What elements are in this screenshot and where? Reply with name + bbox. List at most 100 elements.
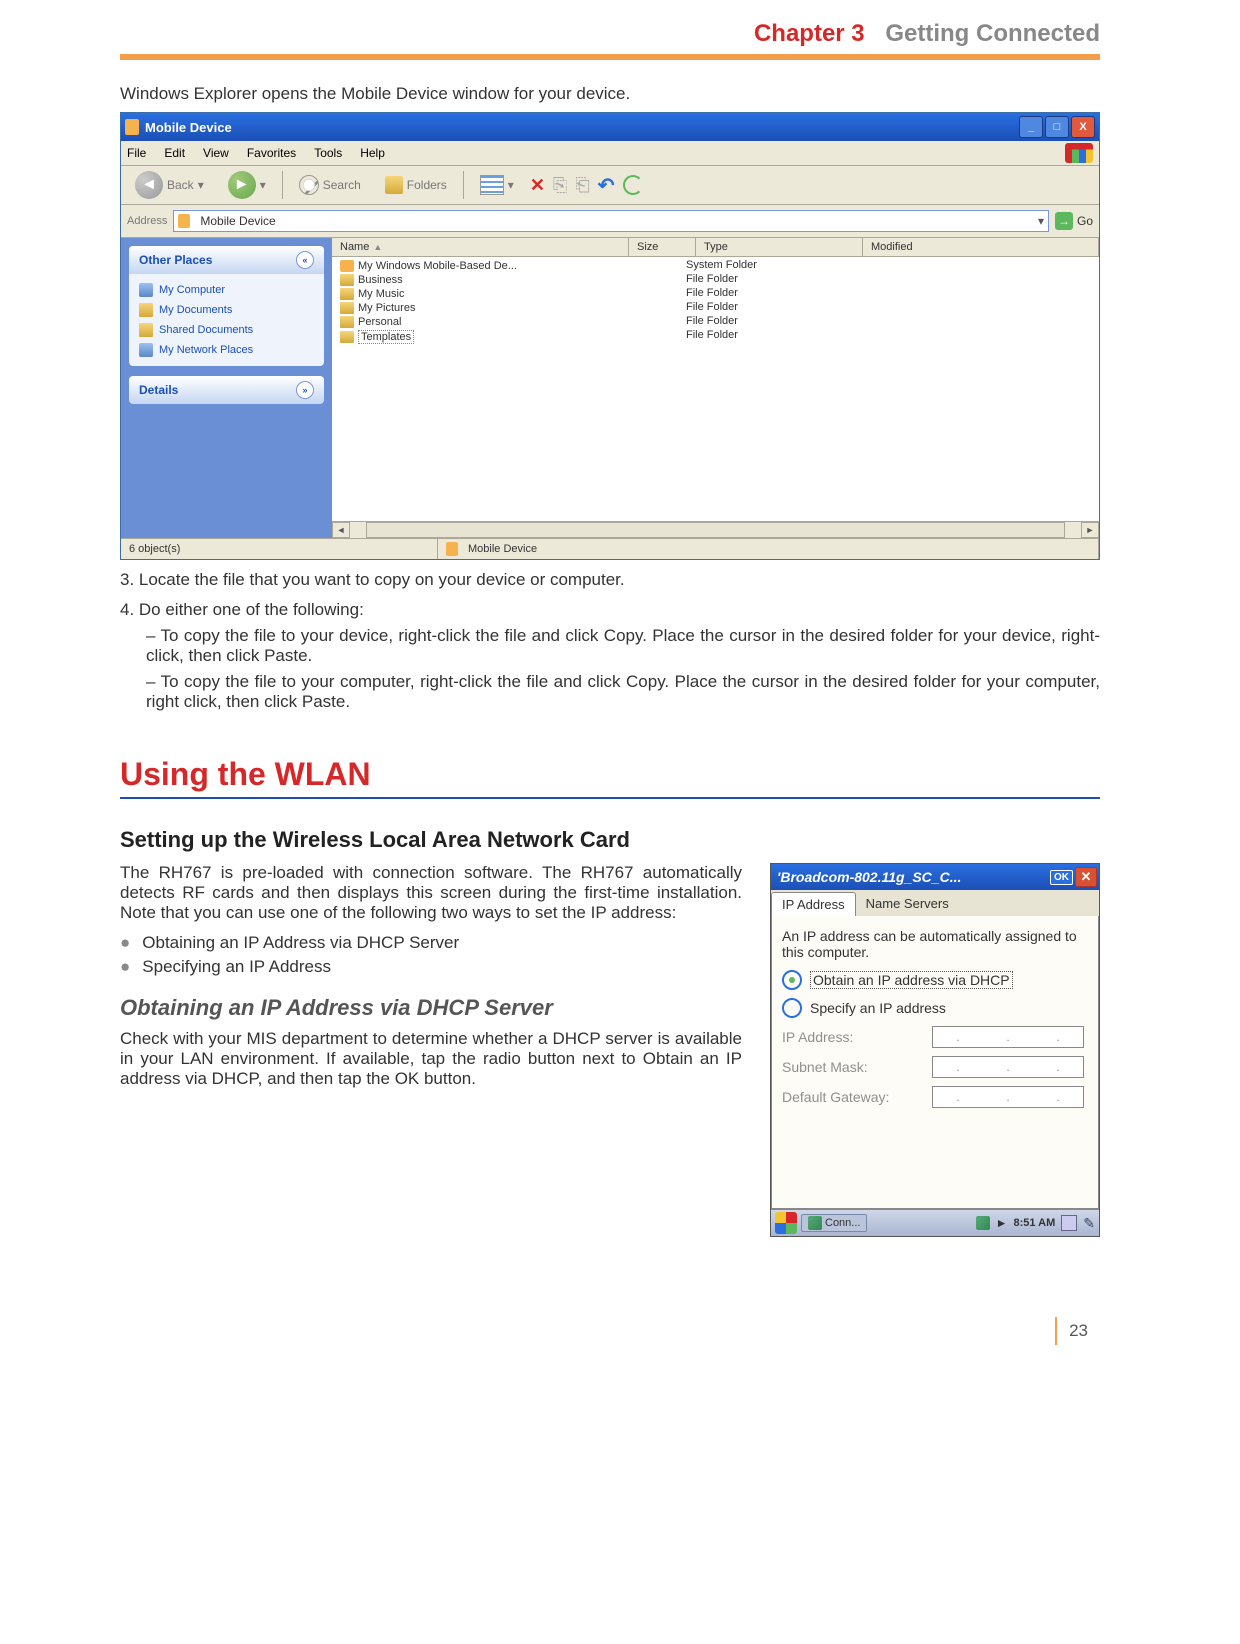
status-text: Mobile Device bbox=[468, 543, 537, 555]
file-type: System Folder bbox=[678, 259, 836, 273]
maximize-button[interactable]: □ bbox=[1045, 116, 1069, 138]
radio-specify[interactable]: Specify an IP address bbox=[782, 998, 1088, 1018]
menu-help[interactable]: Help bbox=[360, 146, 385, 160]
scroll-right-icon[interactable]: ► bbox=[1081, 522, 1099, 538]
close-button[interactable]: X bbox=[1071, 116, 1095, 138]
col-label: Name bbox=[340, 241, 369, 253]
file-type: File Folder bbox=[678, 287, 836, 301]
item-label: Shared Documents bbox=[159, 324, 253, 336]
field-label: Default Gateway: bbox=[782, 1089, 932, 1105]
subsection-heading: Setting up the Wireless Local Area Netwo… bbox=[120, 827, 1100, 853]
step-3: 3. Locate the file that you want to copy… bbox=[120, 570, 1100, 590]
refresh-button[interactable] bbox=[623, 175, 643, 195]
section-rule bbox=[120, 797, 1100, 799]
back-button[interactable]: ◄ Back ▾ bbox=[127, 168, 212, 202]
radio-dhcp[interactable]: Obtain an IP address via DHCP bbox=[782, 970, 1088, 990]
file-row[interactable]: My Pictures File Folder bbox=[332, 301, 1099, 315]
bullet-text: Obtaining an IP Address via DHCP Server bbox=[142, 933, 459, 953]
panel-title: Other Places bbox=[139, 253, 212, 267]
folders-button[interactable]: Folders bbox=[377, 173, 455, 197]
address-field[interactable]: Mobile Device ▾ bbox=[173, 210, 1049, 232]
mask-input[interactable]: ... bbox=[932, 1056, 1084, 1078]
back-label: Back bbox=[167, 178, 194, 192]
menu-tools[interactable]: Tools bbox=[314, 146, 342, 160]
sidebar-item-my-documents[interactable]: My Documents bbox=[139, 300, 314, 320]
tab-name-servers[interactable]: Name Servers bbox=[856, 892, 959, 916]
folder-icon bbox=[340, 288, 354, 300]
move-to-button[interactable]: ⎗ bbox=[575, 175, 589, 196]
close-button[interactable]: ✕ bbox=[1075, 867, 1097, 887]
horizontal-scrollbar[interactable]: ◄ ► bbox=[332, 521, 1099, 538]
windows-flag-icon bbox=[1065, 143, 1093, 163]
sidebar-item-my-computer[interactable]: My Computer bbox=[139, 280, 314, 300]
bullet-item: ● Specifying an IP Address bbox=[120, 957, 742, 977]
col-size[interactable]: Size bbox=[629, 238, 696, 256]
file-type: File Folder bbox=[678, 301, 836, 315]
go-button[interactable]: → Go bbox=[1055, 212, 1093, 230]
bullet-icon: ● bbox=[120, 957, 130, 977]
item-label: My Network Places bbox=[159, 344, 253, 356]
ip-input[interactable]: ... bbox=[932, 1026, 1084, 1048]
radio-label: Specify an IP address bbox=[810, 1000, 946, 1016]
file-row[interactable]: My MusicFile Folder bbox=[332, 287, 1099, 301]
copy-to-button[interactable]: ⎘ bbox=[553, 175, 567, 196]
delete-button[interactable]: ✕ bbox=[530, 175, 545, 196]
col-modified[interactable]: Modified bbox=[863, 238, 1099, 256]
file-row[interactable]: My Windows Mobile-Based De... System Fold… bbox=[332, 259, 1099, 273]
scroll-track[interactable] bbox=[366, 522, 1065, 538]
views-button[interactable]: ▾ bbox=[472, 172, 522, 198]
expand-icon[interactable]: » bbox=[296, 381, 314, 399]
menu-file[interactable]: File bbox=[127, 146, 146, 160]
file-pane: Name ▲ Size Type Modified My Windows Mob… bbox=[332, 238, 1099, 538]
collapse-icon[interactable]: « bbox=[296, 251, 314, 269]
chapter-header: Chapter 3 Getting Connected bbox=[120, 20, 1100, 48]
panel-header[interactable]: Other Places « bbox=[129, 246, 324, 274]
speaker-icon[interactable]: ► bbox=[996, 1216, 1008, 1230]
folder-icon bbox=[340, 316, 354, 328]
menu-favorites[interactable]: Favorites bbox=[247, 146, 296, 160]
mobile-taskbar: Conn... ► 8:51 AM ✎ bbox=[771, 1209, 1099, 1236]
intro-text: Windows Explorer opens the Mobile Device… bbox=[120, 84, 1100, 104]
sidebar-item-shared-documents[interactable]: Shared Documents bbox=[139, 320, 314, 340]
sidebar-details: Details » bbox=[129, 376, 324, 404]
step-4a: – To copy the file to your device, right… bbox=[146, 626, 1100, 666]
left-column: The RH767 is pre-loaded with connection … bbox=[120, 863, 742, 1237]
tab-ip-address[interactable]: IP Address bbox=[771, 892, 856, 916]
file-name: My Pictures bbox=[358, 302, 415, 314]
file-name: My Windows Mobile-Based De... bbox=[358, 260, 517, 272]
scroll-left-icon[interactable]: ◄ bbox=[332, 522, 350, 538]
taskbar-item[interactable]: Conn... bbox=[801, 1214, 867, 1232]
sidebar-item-network-places[interactable]: My Network Places bbox=[139, 340, 314, 360]
chevron-down-icon[interactable]: ▾ bbox=[1038, 214, 1044, 228]
forward-icon: ► bbox=[228, 171, 256, 199]
col-name[interactable]: Name ▲ bbox=[332, 238, 629, 256]
screen-icon[interactable] bbox=[1061, 1215, 1077, 1231]
ok-button[interactable]: OK bbox=[1050, 870, 1073, 885]
undo-button[interactable]: ↶ bbox=[598, 173, 615, 198]
network-icon[interactable] bbox=[976, 1216, 990, 1230]
dialog-titlebar: 'Broadcom-802.11g_SC_C... OK ✕ bbox=[771, 864, 1099, 890]
file-name: Business bbox=[358, 274, 403, 286]
forward-button[interactable]: ► ▾ bbox=[220, 168, 274, 202]
panel-header[interactable]: Details » bbox=[129, 376, 324, 404]
folder-icon bbox=[340, 331, 354, 343]
file-row[interactable]: TemplatesFile Folder bbox=[332, 329, 1099, 345]
start-icon[interactable] bbox=[775, 1212, 797, 1234]
sip-icon[interactable]: ✎ bbox=[1083, 1215, 1095, 1232]
folder-icon bbox=[139, 323, 153, 337]
file-row[interactable]: PersonalFile Folder bbox=[332, 315, 1099, 329]
menu-view[interactable]: View bbox=[203, 146, 229, 160]
section-heading-wlan: Using the WLAN bbox=[120, 756, 1100, 793]
col-type[interactable]: Type bbox=[696, 238, 863, 256]
device-icon bbox=[178, 214, 190, 228]
search-button[interactable]: Search bbox=[291, 172, 369, 198]
file-row[interactable]: BusinessFile Folder bbox=[332, 273, 1099, 287]
column-headers: Name ▲ Size Type Modified bbox=[332, 238, 1099, 257]
file-list: My Windows Mobile-Based De... System Fold… bbox=[332, 257, 1099, 521]
menu-edit[interactable]: Edit bbox=[164, 146, 185, 160]
minimize-button[interactable]: _ bbox=[1019, 116, 1043, 138]
network-icon bbox=[139, 343, 153, 357]
step-4b: – To copy the file to your computer, rig… bbox=[146, 672, 1100, 712]
gateway-input[interactable]: ... bbox=[932, 1086, 1084, 1108]
connection-icon bbox=[808, 1216, 822, 1230]
